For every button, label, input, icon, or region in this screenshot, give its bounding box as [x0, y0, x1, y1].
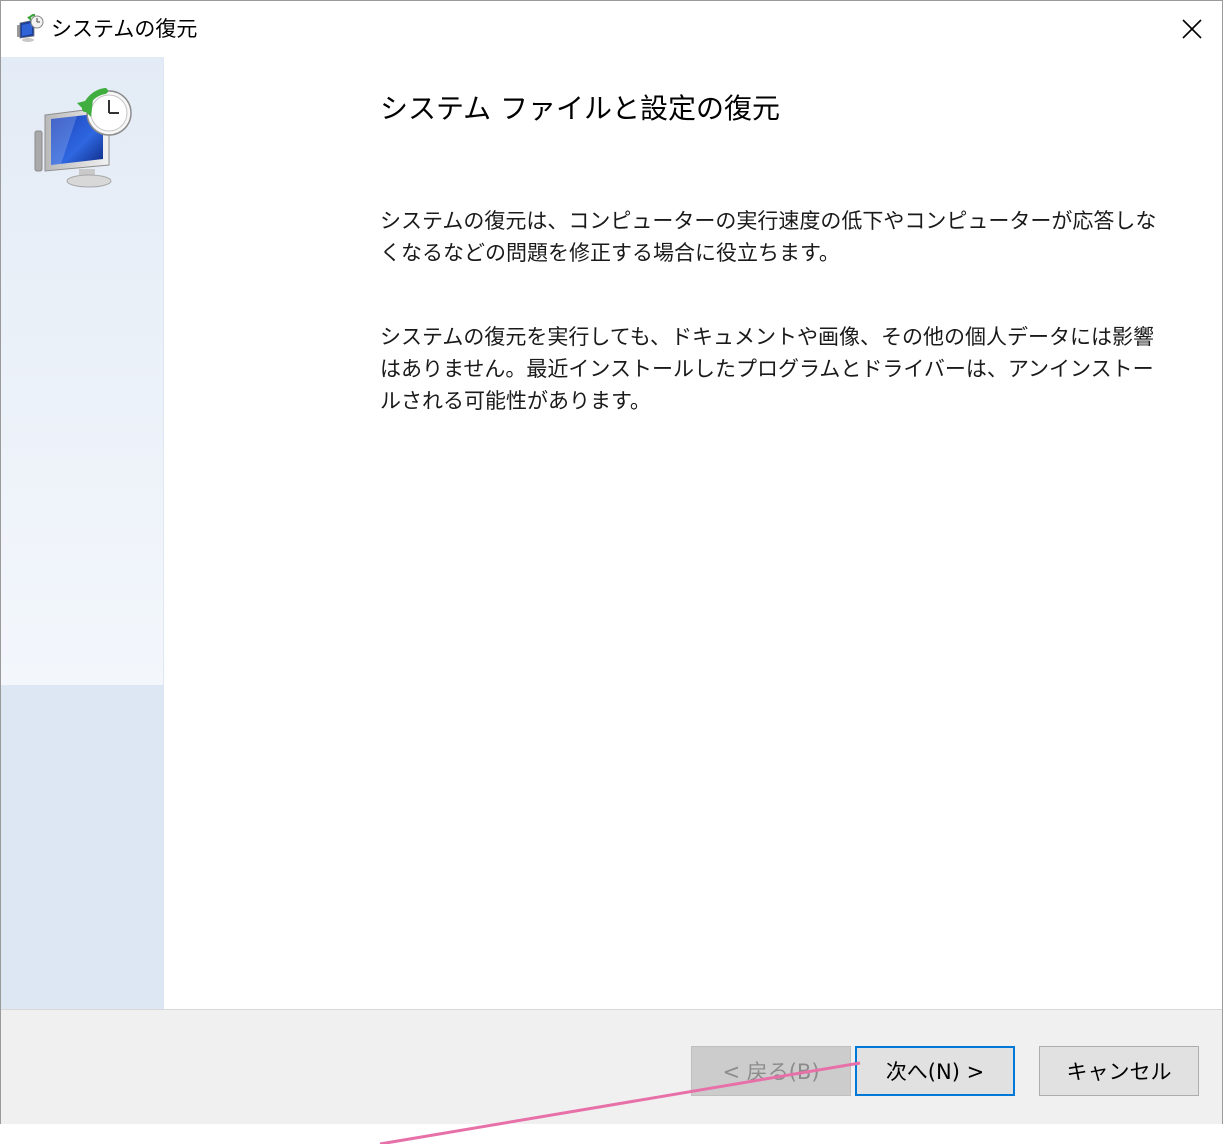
system-restore-icon — [14, 13, 44, 43]
system-restore-window: システムの復元 システム ファイルと設定の復元 システムの復元は、コンピューター… — [0, 0, 1223, 1124]
back-button[interactable]: < 戻る(B) — [691, 1046, 851, 1096]
cancel-button[interactable]: キャンセル — [1039, 1046, 1199, 1096]
page-title: システム ファイルと設定の復元 — [380, 92, 781, 125]
wizard-sidebar — [1, 57, 164, 1009]
next-button[interactable]: 次へ(N) > — [855, 1046, 1015, 1096]
window-title: システムの復元 — [51, 17, 198, 41]
close-icon — [1182, 19, 1202, 39]
close-button[interactable] — [1172, 9, 1212, 49]
description-paragraph-2: システムの復元を実行しても、ドキュメントや画像、その他の個人データには影響はあり… — [380, 325, 1155, 413]
system-restore-monitor-clock-icon — [31, 87, 137, 191]
description-paragraph-1: システムの復元は、コンピューターの実行速度の低下やコンピューターが応答しなくなる… — [380, 209, 1157, 265]
title-bar[interactable]: システムの復元 — [1, 1, 1222, 57]
wizard-footer: < 戻る(B) 次へ(N) > キャンセル — [1, 1009, 1222, 1124]
wizard-content: システム ファイルと設定の復元 システムの復元は、コンピューターの実行速度の低下… — [164, 57, 1222, 1009]
